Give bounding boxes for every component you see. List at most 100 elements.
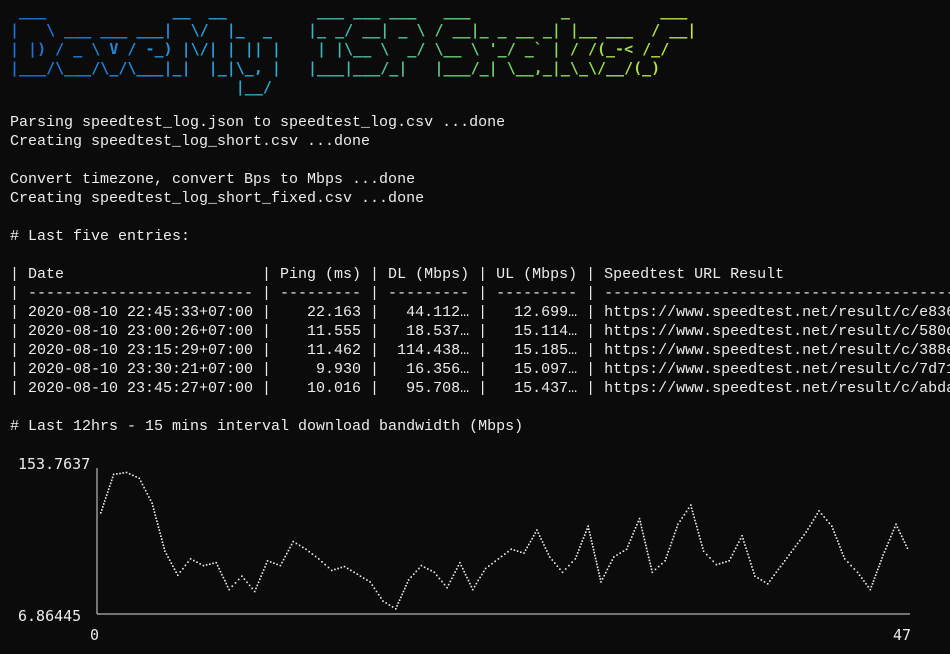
chart-point <box>290 543 293 546</box>
chart-point <box>107 488 110 490</box>
chart-point <box>742 538 744 540</box>
chart-point <box>586 528 588 530</box>
chart-point <box>276 563 278 566</box>
chart-series <box>100 471 909 610</box>
chart-point <box>903 541 906 543</box>
chart-point <box>122 472 124 474</box>
chart-point <box>769 580 771 582</box>
chart-point <box>202 564 205 567</box>
chart-point <box>777 568 780 571</box>
chart-point <box>861 577 863 579</box>
chart-point <box>532 535 535 537</box>
chart-point <box>284 555 286 558</box>
chart-point <box>887 542 890 544</box>
chart-point <box>634 527 637 529</box>
chart-point <box>673 532 676 535</box>
terminal-window[interactable]: ___ __ __ ___ ___ ___ ___ _ ___ | \ ___ … <box>0 0 950 654</box>
chart-point <box>781 562 784 565</box>
chart-point <box>405 585 407 587</box>
chart-point <box>645 544 647 547</box>
chart-point <box>216 564 219 567</box>
chart-point <box>401 593 403 596</box>
chart-point <box>324 563 326 566</box>
chart-point <box>205 564 208 566</box>
chart-point <box>251 587 253 590</box>
chart-point <box>646 550 649 553</box>
chart-point <box>850 564 852 567</box>
chart-point <box>334 568 336 571</box>
chart-point <box>219 570 222 573</box>
chart-point <box>404 587 406 590</box>
chart-point <box>722 561 724 564</box>
chart-point <box>475 582 478 585</box>
chart-point <box>754 575 756 577</box>
chart-point <box>730 556 732 559</box>
chart-point <box>590 540 593 542</box>
chart-point <box>661 562 663 565</box>
chart-point <box>287 549 290 552</box>
chart-point <box>622 550 625 552</box>
chart-point <box>902 538 904 541</box>
chart-point <box>168 559 171 561</box>
chart-point <box>497 558 500 560</box>
chart-point <box>371 584 374 586</box>
chart-point <box>523 552 525 554</box>
chart-point <box>694 519 696 522</box>
chart-point <box>746 550 748 553</box>
chart-point <box>167 556 169 558</box>
chart-point <box>119 472 121 475</box>
chart-point <box>664 560 666 562</box>
chart-point <box>828 522 831 524</box>
chart-point <box>831 525 833 527</box>
chart-point <box>337 567 339 570</box>
chart-point <box>676 526 678 529</box>
chart-point <box>452 574 455 576</box>
chart-point <box>881 557 883 559</box>
chart-point <box>725 561 727 563</box>
chart-point <box>269 561 272 563</box>
chart-point <box>796 542 799 545</box>
chart-point <box>436 574 438 577</box>
chart-point <box>423 566 426 569</box>
chart-point <box>784 560 786 562</box>
chart-point <box>407 579 410 581</box>
chart-point <box>449 580 452 583</box>
chart-point <box>872 580 875 582</box>
chart-point <box>177 574 179 576</box>
chart-point <box>728 560 730 562</box>
chart-point <box>616 554 618 556</box>
chart-point <box>598 572 600 574</box>
chart-point <box>507 550 509 553</box>
chart-point <box>642 532 644 535</box>
chart-point <box>741 535 743 537</box>
chart-point <box>104 497 107 499</box>
chart-point <box>561 571 564 574</box>
chart-point <box>701 547 704 549</box>
chart-point <box>613 556 615 558</box>
chart-point <box>415 570 418 573</box>
chart-point <box>879 562 881 565</box>
chart-point <box>510 548 512 551</box>
chart-point <box>455 568 458 570</box>
chart-point <box>138 477 141 480</box>
chart-point <box>668 547 671 550</box>
chart-point <box>564 568 567 570</box>
chart-point <box>640 523 642 526</box>
chart-point <box>377 593 380 596</box>
chart-point <box>834 534 837 536</box>
chart-point <box>805 531 807 533</box>
chart-point <box>165 553 168 555</box>
chart-point <box>544 547 547 549</box>
chart-point <box>397 602 400 604</box>
chart-point <box>356 573 359 575</box>
chart-point <box>222 576 225 579</box>
chart-point <box>418 567 420 570</box>
chart-point <box>702 550 705 552</box>
chart-point <box>731 553 734 556</box>
chart-point <box>101 509 103 511</box>
chart-point <box>149 499 152 501</box>
chart-point <box>718 562 721 565</box>
chart-point <box>574 558 577 560</box>
chart-point <box>773 574 775 576</box>
chart-point <box>161 541 164 543</box>
